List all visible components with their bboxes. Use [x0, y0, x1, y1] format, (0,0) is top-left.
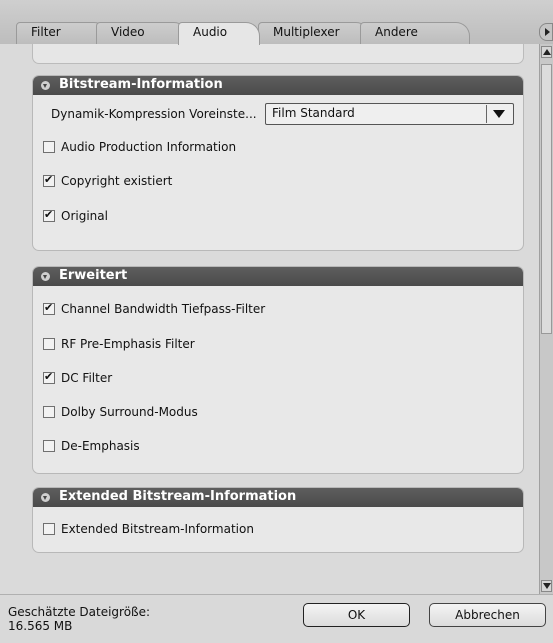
checkbox-rf-pre-emphasis-label: RF Pre-Emphasis Filter [61, 337, 195, 351]
dropdown-arrow-icon[interactable] [486, 105, 511, 123]
checkbox-extended-bitstream-label: Extended Bitstream-Information [61, 522, 254, 536]
panel-extended-header[interactable]: Extended Bitstream-Information [33, 488, 523, 507]
checkbox-audio-production[interactable] [43, 141, 55, 153]
scroll-thumb[interactable] [541, 64, 552, 334]
settings-scroll-area: Bitstream-Information Dynamik-Kompressio… [0, 44, 539, 594]
checkbox-copyright-label: Copyright existiert [61, 174, 173, 188]
checkbox-channel-bandwidth-label: Channel Bandwidth Tiefpass-Filter [61, 302, 266, 316]
collapse-icon[interactable] [41, 493, 50, 502]
tab-scroll-right-icon[interactable] [539, 23, 553, 41]
checkbox-de-emphasis[interactable] [43, 440, 55, 452]
scroll-down-icon[interactable] [541, 580, 552, 592]
checkbox-row-rf-pre-emphasis[interactable]: RF Pre-Emphasis Filter [43, 335, 195, 353]
panel-extended-bitstream: Extended Bitstream-Information Extended … [32, 487, 524, 553]
vertical-scrollbar[interactable] [539, 44, 553, 594]
checkbox-row-original[interactable]: Original [43, 207, 108, 225]
tab-video-label: Video [111, 25, 145, 39]
panel-bitstream-header[interactable]: Bitstream-Information [33, 76, 523, 95]
panel-erweitert-header[interactable]: Erweitert [33, 267, 523, 286]
checkbox-row-dolby-surround[interactable]: Dolby Surround-Modus [43, 403, 198, 421]
estimated-size-value: 16.565 MB [8, 619, 73, 633]
checkbox-channel-bandwidth[interactable] [43, 301, 55, 315]
checkbox-row-de-emphasis[interactable]: De-Emphasis [43, 437, 140, 455]
checkbox-de-emphasis-label: De-Emphasis [61, 439, 140, 453]
cancel-button[interactable]: Abbrechen [429, 603, 546, 627]
tab-bar: Filter Video Audio Multiplexer Andere [0, 0, 553, 45]
collapse-icon[interactable] [41, 81, 50, 90]
tab-audio[interactable]: Audio [178, 22, 260, 45]
panel-bitstream-title: Bitstream-Information [59, 77, 223, 92]
dynamic-compression-label-text: Dynamik-Kompression Voreinste... [51, 107, 257, 121]
checkbox-row-channel-bandwidth[interactable]: Channel Bandwidth Tiefpass-Filter [43, 300, 265, 318]
tab-multiplexer-label: Multiplexer [273, 25, 340, 39]
dialog-footer: Geschätzte Dateigröße: 16.565 MB OK Abbr… [0, 594, 553, 643]
panel-erweitert: Erweitert Channel Bandwidth Tiefpass-Fil… [32, 266, 524, 474]
dynamic-compression-dropdown[interactable]: Film Standard [265, 103, 514, 125]
checkbox-row-copyright[interactable]: Copyright existiert [43, 172, 172, 190]
tab-andere[interactable]: Andere [360, 22, 470, 44]
checkbox-dolby-surround-label: Dolby Surround-Modus [61, 405, 198, 419]
tab-filter-label: Filter [31, 25, 61, 39]
checkbox-rf-pre-emphasis[interactable] [43, 338, 55, 350]
checkbox-original-label: Original [61, 209, 108, 223]
checkbox-dc-filter-label: DC Filter [61, 371, 113, 385]
tab-andere-label: Andere [375, 25, 418, 39]
dynamic-compression-value: Film Standard [272, 106, 355, 120]
checkbox-row-audio-production[interactable]: Audio Production Information [43, 138, 236, 156]
panel-bitstream-information: Bitstream-Information Dynamik-Kompressio… [32, 75, 524, 251]
checkbox-audio-production-label: Audio Production Information [61, 140, 237, 154]
tab-audio-label: Audio [193, 25, 228, 39]
ok-button[interactable]: OK [303, 603, 410, 627]
panel-erweitert-title: Erweitert [59, 268, 128, 283]
tab-multiplexer[interactable]: Multiplexer [258, 22, 370, 44]
scroll-up-icon[interactable] [541, 46, 552, 58]
dynamic-compression-label: Dynamik-Kompression Voreinste... [51, 105, 257, 123]
checkbox-copyright[interactable] [43, 173, 55, 187]
checkbox-row-extended-bitstream[interactable]: Extended Bitstream-Information [43, 520, 254, 538]
checkbox-dc-filter[interactable] [43, 370, 55, 384]
tab-video[interactable]: Video [96, 22, 188, 44]
panel-extended-title: Extended Bitstream-Information [59, 489, 297, 504]
tab-filter[interactable]: Filter [16, 22, 108, 44]
checkbox-dolby-surround[interactable] [43, 406, 55, 418]
checkbox-original[interactable] [43, 208, 55, 222]
checkbox-extended-bitstream[interactable] [43, 523, 55, 535]
collapse-icon[interactable] [41, 272, 50, 281]
checkbox-row-dc-filter[interactable]: DC Filter [43, 369, 112, 387]
estimated-size-label: Geschätzte Dateigröße: [8, 605, 151, 619]
previous-panel-bottom [32, 44, 524, 64]
